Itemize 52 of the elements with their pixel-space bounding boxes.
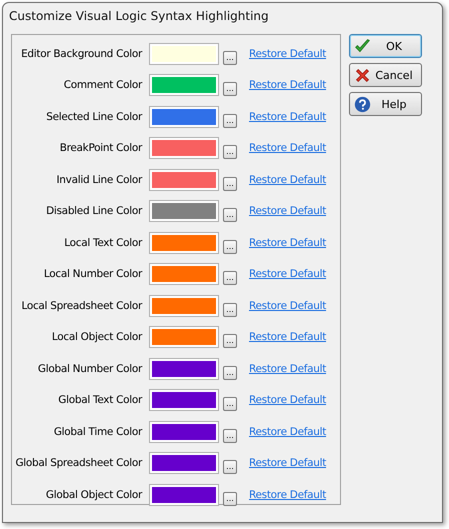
setting-label: Editor Background Color <box>20 48 142 60</box>
restore-default-link[interactable]: Restore Default <box>249 174 326 186</box>
browse-button[interactable]: ... <box>223 397 237 412</box>
cross-icon <box>354 66 371 84</box>
restore-default-link[interactable]: Restore Default <box>249 48 326 60</box>
restore-default-link[interactable]: Restore Default <box>249 331 326 344</box>
setting-label: Local Spreadsheet Color <box>20 300 142 312</box>
setting-label: Selected Line Color <box>45 110 142 123</box>
setting-label: Global Text Color <box>57 394 142 406</box>
browse-button[interactable]: ... <box>223 428 237 443</box>
browse-button[interactable]: ... <box>223 271 237 286</box>
browse-button[interactable]: ... <box>223 145 237 160</box>
browse-button[interactable]: ... <box>223 492 237 506</box>
dialog-button[interactable]: Cancel <box>349 63 422 87</box>
browse-button[interactable]: ... <box>223 114 237 128</box>
restore-default-link[interactable]: Restore Default <box>249 362 326 375</box>
setting-label: BreakPoint Color <box>58 142 142 154</box>
setting-label: Local Number Color <box>42 268 142 280</box>
restore-default-link[interactable]: Restore Default <box>249 268 326 280</box>
restore-default-link[interactable]: Restore Default <box>249 457 326 470</box>
setting-label: Global Object Color <box>44 488 142 501</box>
help-icon <box>354 96 371 112</box>
browse-button[interactable]: ... <box>223 208 237 222</box>
browse-button[interactable]: ... <box>223 334 237 348</box>
dialog-button[interactable]: OK <box>349 34 422 58</box>
browse-button[interactable]: ... <box>223 460 237 474</box>
restore-default-link[interactable]: Restore Default <box>249 236 326 249</box>
dialog-button[interactable]: Help <box>349 92 422 116</box>
setting-label: Global Spreadsheet Color <box>14 457 142 470</box>
browse-button[interactable]: ... <box>223 240 237 254</box>
setting-label: Global Time Color <box>52 426 142 438</box>
setting-label: Local Object Color <box>50 331 142 344</box>
restore-default-link[interactable]: Restore Default <box>249 426 326 438</box>
restore-default-link[interactable]: Restore Default <box>249 300 326 312</box>
browse-button[interactable]: ... <box>223 302 237 317</box>
setting-label: Local Text Color <box>63 236 142 249</box>
setting-label: Disabled Line Color <box>45 205 142 218</box>
restore-default-link[interactable]: Restore Default <box>249 394 326 406</box>
browse-button[interactable]: ... <box>223 50 237 65</box>
restore-default-link[interactable]: Restore Default <box>249 79 326 92</box>
browse-button[interactable]: ... <box>223 366 237 380</box>
setting-label: Comment Color <box>62 79 142 92</box>
setting-label: Invalid Line Color <box>56 174 142 186</box>
setting-label: Global Number Color <box>36 362 142 375</box>
restore-default-link[interactable]: Restore Default <box>249 110 326 123</box>
window-title: Customize Visual Logic Syntax Highlighting <box>8 8 270 25</box>
checkmark-icon <box>354 38 371 54</box>
browse-button[interactable]: ... <box>223 176 237 191</box>
restore-default-link[interactable]: Restore Default <box>249 488 326 501</box>
browse-button[interactable]: ... <box>223 82 237 96</box>
restore-default-link[interactable]: Restore Default <box>249 142 326 154</box>
restore-default-link[interactable]: Restore Default <box>249 205 326 218</box>
